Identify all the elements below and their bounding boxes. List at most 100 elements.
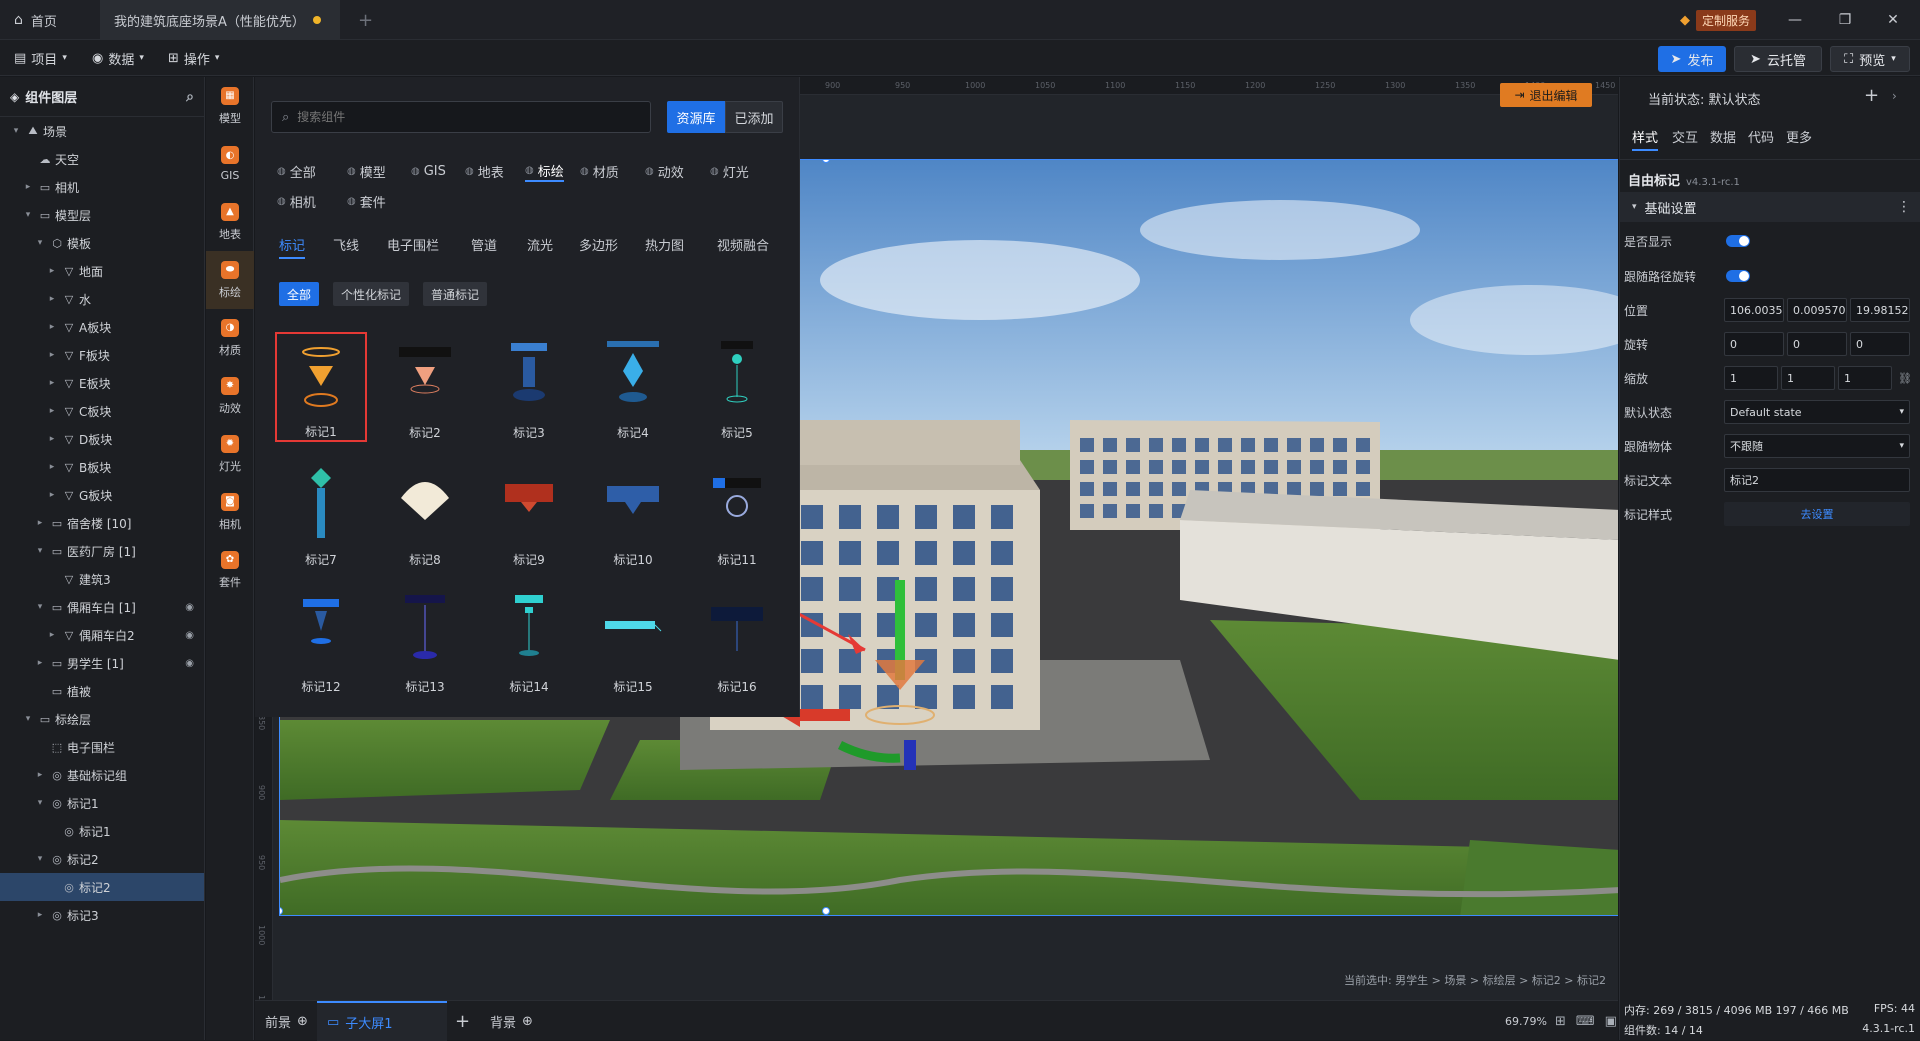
chevron-right-icon[interactable]: ▸ bbox=[46, 266, 58, 276]
marker-card[interactable]: 标记10 bbox=[587, 459, 679, 569]
position-x-input[interactable]: 106.00355 bbox=[1724, 298, 1784, 322]
restore-button[interactable]: ❐ bbox=[1830, 8, 1860, 32]
subtab[interactable]: 多边形 bbox=[579, 235, 618, 259]
rotation-z-input[interactable]: 0 bbox=[1850, 332, 1910, 356]
subtab[interactable]: 视频融合 bbox=[717, 235, 769, 259]
subtab[interactable]: 热力图 bbox=[645, 235, 684, 259]
layer-item[interactable]: ◎ 标记1 bbox=[0, 817, 204, 845]
layer-item[interactable]: ▸ ▽ A板块 bbox=[0, 313, 204, 341]
filter-chip[interactable]: 全部 bbox=[279, 282, 320, 306]
layer-item[interactable]: ▭ 植被 bbox=[0, 677, 204, 705]
tab-home[interactable]: ⌂ 首页 bbox=[0, 0, 88, 40]
chevron-right-icon[interactable]: ▸ bbox=[46, 462, 58, 472]
new-tab-button[interactable]: + bbox=[344, 0, 374, 40]
chevron-right-icon[interactable]: ▸ bbox=[34, 910, 46, 920]
layer-item[interactable]: ▾ ◎ 标记2 bbox=[0, 845, 204, 873]
rail-item-kit[interactable]: ✿ 套件 bbox=[206, 541, 254, 599]
layer-item[interactable]: ▸ ▽ 水 bbox=[0, 285, 204, 313]
more-vert-icon[interactable]: ⋮ bbox=[1897, 199, 1911, 215]
chevron-down-icon[interactable]: ▾ bbox=[22, 210, 34, 220]
link-icon[interactable]: ⛓ bbox=[1898, 372, 1912, 385]
marker-card[interactable]: 标记3 bbox=[483, 332, 575, 442]
menu-operation[interactable]: ⊞ 操作 ▾ bbox=[168, 48, 219, 68]
layer-item[interactable]: ▾ ⬡ 模板 bbox=[0, 229, 204, 257]
add-circle-icon[interactable]: ⊕ bbox=[297, 1014, 308, 1029]
layer-item[interactable]: ◎ 标记2 bbox=[0, 873, 204, 901]
tab-added[interactable]: 已添加 bbox=[725, 101, 783, 133]
marker-card[interactable]: 标记13 bbox=[379, 586, 471, 696]
chevron-down-icon[interactable]: ▾ bbox=[22, 714, 34, 724]
add-circle-icon[interactable]: ⊕ bbox=[522, 1014, 533, 1029]
position-z-input[interactable]: 19.981523 bbox=[1850, 298, 1910, 322]
marker-card[interactable]: 标记12 bbox=[275, 586, 367, 696]
marker-card[interactable]: 标记11 bbox=[691, 459, 783, 569]
category-tab[interactable]: ◍ 地表 bbox=[465, 160, 504, 182]
rotation-x-input[interactable]: 0 bbox=[1724, 332, 1784, 356]
layer-item[interactable]: ▸ ▽ B板块 bbox=[0, 453, 204, 481]
layer-item[interactable]: ▸ ▽ D板块 bbox=[0, 425, 204, 453]
visibility-icon[interactable]: ◉ bbox=[185, 602, 194, 613]
add-screen-button[interactable]: + bbox=[455, 1001, 470, 1041]
scale-y-input[interactable]: 1 bbox=[1781, 366, 1835, 390]
front-layer-tab[interactable]: 前景 ⊕ bbox=[265, 1001, 308, 1041]
default-state-select[interactable]: Default state ▾ bbox=[1724, 400, 1910, 424]
subtab[interactable]: 管道 bbox=[471, 235, 497, 259]
category-tab[interactable]: ◍ 套件 bbox=[347, 190, 386, 212]
follow-rotate-toggle[interactable] bbox=[1726, 270, 1750, 282]
marker-card[interactable]: 标记16 bbox=[691, 586, 783, 696]
position-y-input[interactable]: 0.0095708 bbox=[1787, 298, 1847, 322]
fit-screen-icon[interactable]: ⊞ bbox=[1555, 1014, 1566, 1029]
chevron-right-icon[interactable]: ▸ bbox=[46, 434, 58, 444]
publish-button[interactable]: ➤ 发布 bbox=[1658, 46, 1726, 72]
chevron-right-icon[interactable]: ▸ bbox=[46, 378, 58, 388]
search-input[interactable] bbox=[297, 110, 628, 124]
subtab[interactable]: 飞线 bbox=[333, 235, 359, 259]
layer-item[interactable]: ▸ ▽ 偶厢车白2 ◉ bbox=[0, 621, 204, 649]
visible-toggle[interactable] bbox=[1726, 235, 1750, 247]
scale-x-input[interactable]: 1 bbox=[1724, 366, 1778, 390]
chevron-right-icon[interactable]: ▸ bbox=[34, 770, 46, 780]
menu-data[interactable]: ◉ 数据 ▾ bbox=[92, 48, 144, 68]
subtab[interactable]: 流光 bbox=[527, 235, 553, 259]
properties-tab[interactable]: 交互 bbox=[1672, 127, 1698, 151]
back-layer-tab[interactable]: 背景 ⊕ bbox=[490, 1001, 533, 1041]
selection-handle-bottom[interactable] bbox=[822, 907, 830, 915]
category-tab[interactable]: ◍ 标绘 bbox=[525, 160, 564, 182]
rail-item-model[interactable]: ▦ 模型 bbox=[206, 77, 254, 135]
layer-item[interactable]: ▸ ▽ 地面 bbox=[0, 257, 204, 285]
category-tab[interactable]: ◍ GIS bbox=[411, 160, 446, 182]
marker-card[interactable]: 标记4 bbox=[587, 332, 679, 442]
chevron-right-icon[interactable]: ▸ bbox=[46, 406, 58, 416]
layer-item[interactable]: ▸ ◎ 基础标记组 bbox=[0, 761, 204, 789]
layer-item[interactable]: ▽ 建筑3 bbox=[0, 565, 204, 593]
search-icon[interactable]: ⌕ bbox=[186, 89, 194, 105]
marker-card[interactable]: 标记1 bbox=[275, 332, 367, 442]
layer-item[interactable]: ☁ 天空 bbox=[0, 145, 204, 173]
terminal-icon[interactable]: ▣ bbox=[1605, 1014, 1617, 1029]
layer-item[interactable]: ▸ ▽ C板块 bbox=[0, 397, 204, 425]
marker-card[interactable]: 标记9 bbox=[483, 459, 575, 569]
visibility-icon[interactable]: ◉ bbox=[185, 658, 194, 669]
filter-chip[interactable]: 普通标记 bbox=[423, 282, 488, 306]
rail-item-plot[interactable]: ⬬ 标绘 bbox=[206, 251, 254, 309]
preview-button[interactable]: ⛶ 预览 ▾ bbox=[1830, 46, 1910, 72]
basic-settings-section[interactable]: ▾ 基础设置 ⋮ bbox=[1620, 192, 1920, 222]
chevron-right-icon[interactable]: ▸ bbox=[34, 518, 46, 528]
menu-project[interactable]: ▤ 项目 ▾ bbox=[14, 48, 67, 68]
scale-z-input[interactable]: 1 bbox=[1838, 366, 1892, 390]
layer-item[interactable]: ▾ ◎ 标记1 bbox=[0, 789, 204, 817]
rail-item-terrain[interactable]: ▲ 地表 bbox=[206, 193, 254, 251]
category-tab[interactable]: ◍ 相机 bbox=[277, 190, 316, 212]
exit-edit-button[interactable]: ⇥ 退出编辑 bbox=[1500, 83, 1592, 107]
go-set-button[interactable]: 去设置 bbox=[1724, 502, 1910, 526]
category-tab[interactable]: ◍ 材质 bbox=[580, 160, 619, 182]
keyboard-icon[interactable]: ⌨ bbox=[1576, 1014, 1595, 1029]
minimize-button[interactable]: — bbox=[1780, 8, 1810, 32]
chevron-right-icon[interactable]: ▸ bbox=[46, 630, 58, 640]
custom-service-button[interactable]: ◆ 定制服务 bbox=[1680, 8, 1757, 32]
cloud-host-button[interactable]: ➤ 云托管 bbox=[1734, 46, 1822, 72]
chevron-right-icon[interactable]: ▸ bbox=[22, 182, 34, 192]
marker-card[interactable]: 标记5 bbox=[691, 332, 783, 442]
layer-item[interactable]: ▸ ▭ 男学生 [1] ◉ bbox=[0, 649, 204, 677]
properties-tab[interactable]: 更多 bbox=[1786, 127, 1812, 151]
